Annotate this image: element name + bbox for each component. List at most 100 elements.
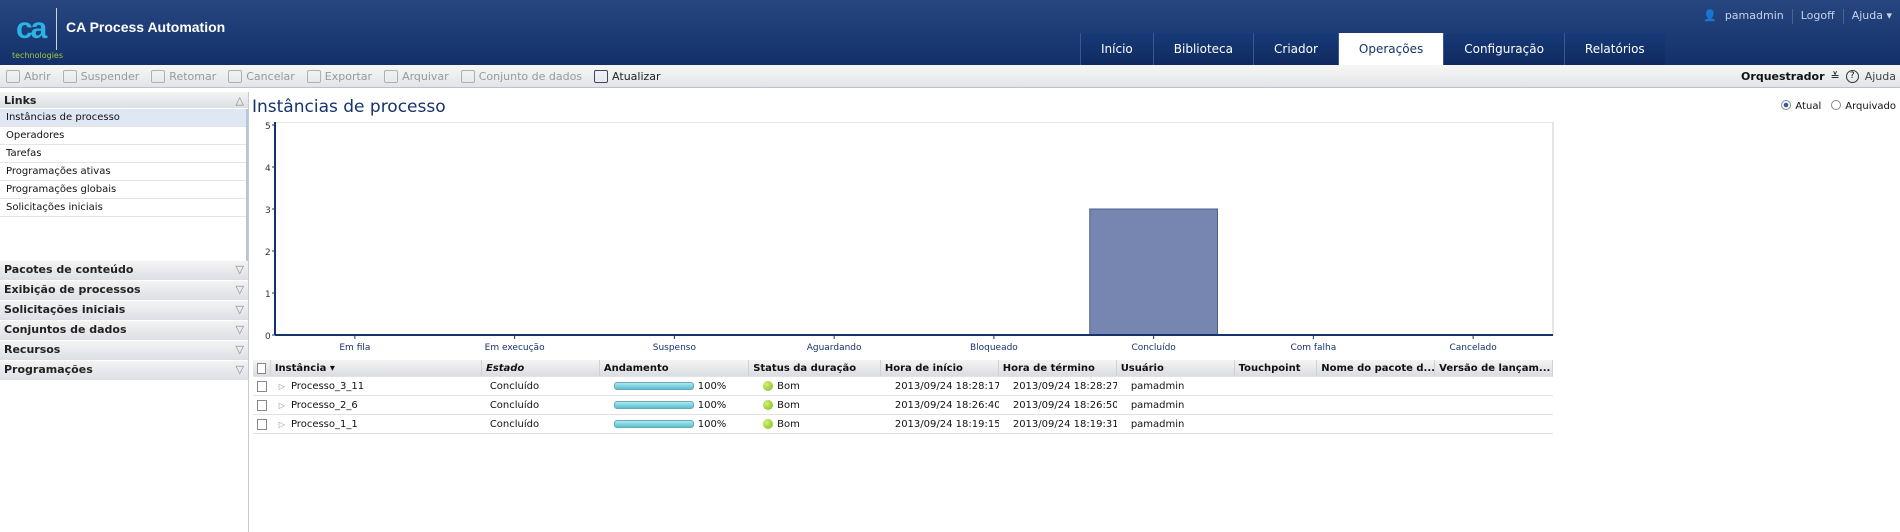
radio-current[interactable]: Atual [1781, 100, 1821, 112]
sidebar-link-programacoes-globais[interactable]: Programações globais [0, 181, 246, 199]
row-checkbox[interactable] [257, 399, 267, 411]
help-menu[interactable]: Ajuda ▾ [1852, 9, 1892, 24]
abrir-button[interactable]: Abrir [6, 69, 51, 83]
expand-icon[interactable]: ▽ [236, 343, 244, 358]
page-title: Instâncias de processo [252, 97, 446, 117]
tab-configuracao[interactable]: Configuração [1443, 33, 1564, 65]
tab-biblioteca[interactable]: Biblioteca [1152, 33, 1253, 65]
conjunto-de-dados-button[interactable]: Conjunto de dados [460, 69, 582, 83]
sidebar-section-conjuntos-de-dados[interactable]: Conjuntos de dados ▽ [0, 321, 248, 341]
x-tick-label: Bloqueado [970, 343, 1018, 353]
status-cell: Bom [749, 415, 881, 433]
start-value: 2013/09/24 18:28:17 [894, 380, 999, 392]
expand-icon[interactable]: ▽ [236, 363, 244, 378]
sidebar-link-tarefas[interactable]: Tarefas [0, 145, 246, 163]
tab-relatorios[interactable]: Relatórios [1563, 33, 1665, 65]
end-value: 2013/09/24 18:26:50 [1012, 399, 1117, 411]
empty-cell [1235, 377, 1318, 395]
tab-criador[interactable]: Criador [1253, 33, 1338, 65]
row-checkbox-cell[interactable] [253, 377, 271, 395]
expand-icon[interactable]: ▽ [236, 303, 244, 318]
column-header-estado[interactable]: Estado [482, 360, 600, 376]
column-header-versao-de-lancam[interactable]: Versão de lançam... [1435, 360, 1554, 376]
column-header-nome-do-pacote-d[interactable]: Nome do pacote d... [1317, 360, 1436, 376]
help-icon[interactable]: ? [1845, 70, 1859, 83]
help-link[interactable]: Ajuda [1865, 70, 1896, 83]
empty-cell [1317, 377, 1435, 395]
table-row[interactable]: ▷ Processo_1_1 Concluído 100% Bom 2013/09/24 … [253, 415, 1553, 434]
section-label: Pacotes de conteúdo [4, 263, 134, 276]
x-tick-label: Em execução [485, 343, 545, 353]
status-cell: Bom [749, 396, 881, 414]
section-label: Solicitações iniciais [4, 303, 126, 316]
sidebar-section-pacotes-de-conteudo[interactable]: Pacotes de conteúdo ▽ [0, 261, 248, 281]
links-header[interactable]: Links △ [0, 92, 248, 109]
suspender-label: Suspender [80, 69, 140, 83]
progress-value: 100% [697, 418, 727, 430]
suspender-icon [62, 69, 77, 83]
table-row[interactable]: ▷ Processo_3_11 Concluído 100% Bom 2013/09/24… [253, 377, 1553, 396]
logoff-link[interactable]: Logoff [1801, 9, 1835, 24]
sidebar-link-instancias-de-processo[interactable]: Instâncias de processo [0, 109, 246, 127]
cancelar-button[interactable]: Cancelar [228, 69, 295, 83]
y-tick-label: 1 [265, 290, 271, 300]
table-row[interactable]: ▷ Processo_2_6 Concluído 100% Bom 2013/09/24 … [253, 396, 1553, 415]
expand-icon[interactable]: ▽ [236, 323, 244, 338]
retomar-button[interactable]: Retomar [151, 69, 216, 83]
ca-logo: ca technologies [12, 8, 63, 60]
state-value: Concluído [489, 399, 540, 411]
user-value: pamadmin [1130, 399, 1185, 411]
orchestrator-selector[interactable]: Orquestrador [1741, 70, 1824, 83]
chevron-double-down-icon[interactable]: ≚ [1831, 70, 1840, 83]
username[interactable]: pamadmin [1725, 9, 1784, 24]
expand-arrow-icon[interactable]: ▷ [279, 401, 285, 410]
end-value: 2013/09/24 18:28:27 [1012, 380, 1117, 392]
row-checkbox-cell[interactable] [253, 415, 271, 433]
row-checkbox[interactable] [257, 418, 267, 430]
tab-operacoes[interactable]: Operações [1337, 33, 1444, 65]
state-value: Concluído [489, 380, 540, 392]
column-header-hora-de-termino[interactable]: Hora de término [999, 360, 1117, 376]
expand-icon[interactable]: ▽ [236, 283, 244, 298]
instance-cell: ▷ Processo_1_1 [271, 415, 482, 433]
radio-archived[interactable]: Arquivado [1831, 100, 1896, 112]
sidebar-link-programacoes-ativas[interactable]: Programações ativas [0, 163, 246, 181]
column-header-status-da-duracao[interactable]: Status da duração [749, 360, 881, 376]
y-tick-label: 3 [265, 206, 271, 216]
instance-cell: ▷ Processo_2_6 [271, 396, 482, 414]
x-tick-label: Aguardando [807, 343, 862, 353]
tab-inicio[interactable]: Início [1080, 33, 1153, 65]
sidebar-section-exibicao-de-processos[interactable]: Exibição de processos ▽ [0, 281, 248, 301]
collapse-icon[interactable]: △ [236, 94, 244, 107]
sidebar-link-operadores[interactable]: Operadores [0, 127, 246, 145]
table-header-row: Instância ▾ Estado Andamento Status da dura… [253, 360, 1554, 377]
start-cell: 2013/09/24 18:26:40 [881, 396, 999, 414]
atualizar-button[interactable]: Atualizar [594, 69, 661, 83]
select-all-checkbox-cell[interactable] [253, 360, 271, 376]
row-checkbox-cell[interactable] [253, 396, 271, 414]
user-cell: pamadmin [1117, 396, 1235, 414]
column-header-usuario[interactable]: Usuário [1117, 360, 1235, 376]
column-header-andamento[interactable]: Andamento [600, 360, 750, 376]
suspender-button[interactable]: Suspender [62, 69, 140, 83]
row-checkbox[interactable] [257, 380, 267, 392]
sidebar-link-solicitacoes-iniciais[interactable]: Solicitações iniciais [0, 199, 246, 217]
sidebar-section-recursos[interactable]: Recursos ▽ [0, 341, 248, 361]
exportar-icon [306, 69, 321, 83]
column-header-instancia[interactable]: Instância ▾ [271, 360, 482, 376]
expand-icon[interactable]: ▽ [236, 263, 244, 278]
select-all-checkbox[interactable] [257, 362, 266, 374]
expand-arrow-icon[interactable]: ▷ [279, 382, 285, 391]
expand-arrow-icon[interactable]: ▷ [279, 420, 285, 429]
arquivar-button[interactable]: Arquivar [384, 69, 449, 83]
empty-cell [1435, 415, 1553, 433]
empty-cell [1435, 377, 1553, 395]
sidebar-section-solicitacoes-iniciais[interactable]: Solicitações iniciais ▽ [0, 301, 248, 321]
column-header-hora-de-inicio[interactable]: Hora de início [881, 360, 999, 376]
column-header-touchpoint[interactable]: Touchpoint [1235, 360, 1318, 376]
sidebar-section-programacoes[interactable]: Programações ▽ [0, 361, 248, 381]
y-tick-label: 5 [265, 122, 271, 132]
retomar-icon [151, 69, 166, 83]
exportar-button[interactable]: Exportar [306, 69, 372, 83]
empty-cell [1317, 415, 1435, 433]
